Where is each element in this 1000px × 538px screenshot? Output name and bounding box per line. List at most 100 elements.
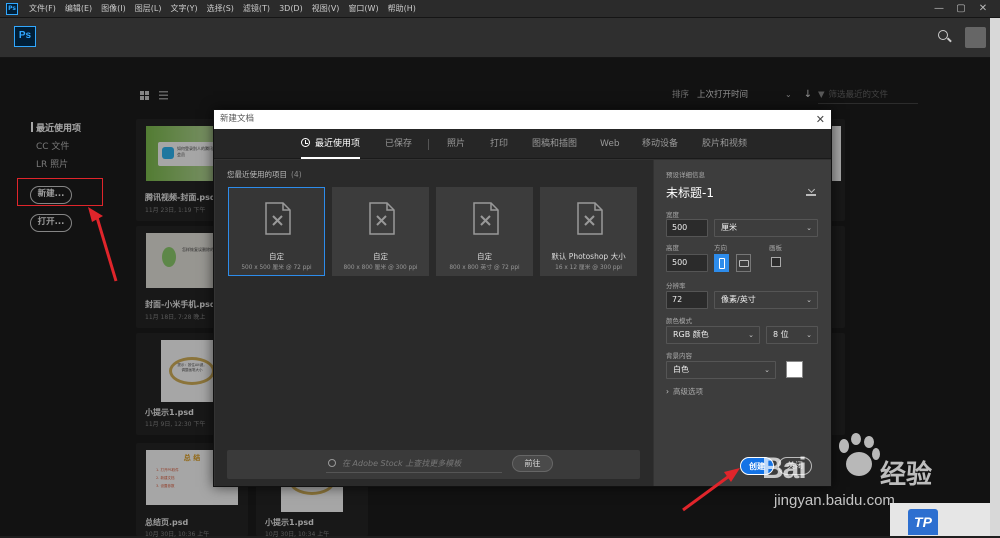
chevron-down-icon: ⌄	[806, 331, 812, 339]
portrait-button[interactable]	[714, 254, 729, 272]
dialog-title: 新建文档	[214, 110, 831, 129]
close-button[interactable]: 关闭	[778, 457, 812, 475]
recent-items-label: 您最近使用的项目 (4)	[227, 169, 302, 180]
chevron-down-icon: ⌄	[748, 331, 754, 339]
artboard-label: 画板	[769, 244, 782, 252]
document-name-field[interactable]: 未标题-1	[666, 184, 714, 201]
height-label: 高度	[666, 244, 679, 252]
tab-divider	[428, 139, 429, 150]
preset-desc: 800 x 800 英寸 @ 72 ppi	[449, 265, 520, 271]
background-color-swatch[interactable]	[786, 361, 803, 378]
chevron-down-icon: ⌄	[764, 366, 770, 374]
menu-type[interactable]: 文字(Y)	[170, 0, 197, 18]
menu-help[interactable]: 帮助(H)	[388, 0, 416, 18]
create-button[interactable]: 创建	[740, 457, 774, 475]
tab-print[interactable]: 打印	[490, 129, 508, 159]
corner-logo: TP	[890, 503, 990, 536]
recent-label-text: 您最近使用的项目	[227, 170, 287, 179]
tp-logo-badge: TP	[908, 509, 938, 535]
close-window-button[interactable]: ✕	[972, 0, 994, 18]
menu-view[interactable]: 视图(V)	[312, 0, 340, 18]
advanced-options-toggle[interactable]: › 高级选项	[666, 386, 703, 397]
tab-film-video[interactable]: 胶片和视频	[702, 129, 747, 159]
preset-desc: 16 x 12 厘米 @ 300 ppi	[555, 265, 622, 271]
preset-card[interactable]: 自定 500 x 500 厘米 @ 72 ppi	[228, 187, 325, 276]
menu-file[interactable]: 文件(F)	[29, 0, 56, 18]
preset-details-pane: 预设详细信息 未标题-1 宽度 500 厘米 ⌄ 高度 方向 画板 500 分辨率…	[654, 160, 831, 486]
photoshop-logo[interactable]: Ps	[14, 26, 36, 47]
tab-recent[interactable]: 最近使用项	[301, 129, 361, 159]
search-icon[interactable]	[938, 30, 948, 40]
color-mode-value: RGB 颜色	[673, 330, 709, 339]
search-icon	[328, 459, 336, 467]
resolution-unit-dropdown[interactable]: 像素/英寸 ⌄	[714, 291, 818, 309]
menu-bar: Ps 文件(F) 编辑(E) 图像(I) 图层(L) 文字(Y) 选择(S) 滤…	[0, 0, 1000, 18]
bit-depth-value: 8 位	[773, 330, 789, 339]
preset-desc: 800 x 800 厘米 @ 300 ppi	[343, 265, 418, 271]
clock-icon	[301, 138, 310, 147]
stock-search-input[interactable]: 在 Adobe Stock 上查找更多模板	[342, 458, 461, 469]
document-icon	[369, 202, 395, 235]
background-dropdown[interactable]: 白色 ⌄	[666, 361, 776, 379]
preset-name: 默认 Photoshop 大小	[551, 252, 626, 261]
close-icon[interactable]: ✕	[816, 110, 825, 129]
tab-art-illustration[interactable]: 图稿和插图	[532, 129, 577, 159]
landscape-button[interactable]	[736, 254, 751, 272]
menu-edit[interactable]: 编辑(E)	[65, 0, 92, 18]
bit-depth-dropdown[interactable]: 8 位 ⌄	[766, 326, 818, 344]
tab-mobile[interactable]: 移动设备	[642, 129, 678, 159]
height-input[interactable]: 500	[666, 254, 708, 272]
menu-window[interactable]: 窗口(W)	[348, 0, 378, 18]
menu-list: 文件(F) 编辑(E) 图像(I) 图层(L) 文字(Y) 选择(S) 滤镜(T…	[29, 0, 425, 18]
width-unit-dropdown[interactable]: 厘米 ⌄	[714, 219, 818, 237]
stock-search-bar: 在 Adobe Stock 上查找更多模板 前往	[227, 450, 640, 479]
unit-value: 厘米	[721, 223, 737, 232]
tab-web[interactable]: Web	[600, 129, 620, 159]
ps-app-icon: Ps	[6, 3, 18, 15]
preset-card[interactable]: 自定 800 x 800 厘米 @ 300 ppi	[332, 187, 429, 276]
color-mode-label: 颜色模式	[666, 317, 692, 325]
preset-name: 自定	[269, 252, 284, 261]
menu-layer[interactable]: 图层(L)	[135, 0, 162, 18]
presets-pane: 您最近使用的项目 (4) 自定 500 x 500 厘米 @ 72 ppi 自定 …	[215, 160, 653, 486]
annotation-highlight-box	[17, 178, 103, 206]
preset-card[interactable]: 默认 Photoshop 大小 16 x 12 厘米 @ 300 ppi	[540, 187, 637, 276]
landscape-icon	[739, 260, 749, 267]
chevron-down-icon: ⌄	[806, 296, 812, 304]
preset-name: 自定	[477, 252, 492, 261]
chevron-right-icon: ›	[666, 387, 669, 396]
document-icon	[473, 202, 499, 235]
new-document-dialog: 新建文档 ✕ 最近使用项 已保存 照片 打印 图稿和插图 Web 移动设备 胶片…	[213, 109, 832, 487]
menu-select[interactable]: 选择(S)	[207, 0, 234, 18]
right-scrollbar[interactable]	[990, 18, 1000, 536]
portrait-icon	[719, 258, 725, 269]
advanced-label: 高级选项	[673, 387, 703, 396]
resolution-input[interactable]: 72	[666, 291, 708, 309]
tab-saved[interactable]: 已保存	[385, 129, 412, 159]
input-underline	[326, 472, 502, 473]
width-input[interactable]: 500	[666, 219, 708, 237]
maximize-button[interactable]: ▢	[950, 0, 972, 18]
go-button[interactable]: 前往	[512, 455, 553, 472]
menu-3d[interactable]: 3D(D)	[279, 0, 303, 18]
save-preset-icon[interactable]	[806, 187, 816, 196]
avatar[interactable]	[965, 27, 986, 48]
preset-name: 自定	[373, 252, 388, 261]
menu-image[interactable]: 图像(I)	[101, 0, 126, 18]
chevron-down-icon: ⌄	[806, 224, 812, 232]
details-header: 预设详细信息	[666, 171, 705, 179]
background-label: 背景内容	[666, 352, 692, 360]
orientation-label: 方向	[714, 244, 727, 252]
artboard-checkbox[interactable]	[771, 257, 781, 267]
preset-desc: 500 x 500 厘米 @ 72 ppi	[241, 265, 312, 271]
background-value: 白色	[673, 365, 689, 374]
preset-tabs: 最近使用项 已保存 照片 打印 图稿和插图 Web 移动设备 胶片和视频	[214, 129, 831, 159]
recent-count: (4)	[291, 170, 302, 179]
menu-filter[interactable]: 滤镜(T)	[243, 0, 270, 18]
color-mode-dropdown[interactable]: RGB 颜色 ⌄	[666, 326, 760, 344]
document-icon	[265, 202, 291, 235]
window-controls: — ▢ ✕	[928, 0, 994, 18]
tab-photo[interactable]: 照片	[447, 129, 465, 159]
preset-card[interactable]: 自定 800 x 800 英寸 @ 72 ppi	[436, 187, 533, 276]
minimize-button[interactable]: —	[928, 0, 950, 18]
